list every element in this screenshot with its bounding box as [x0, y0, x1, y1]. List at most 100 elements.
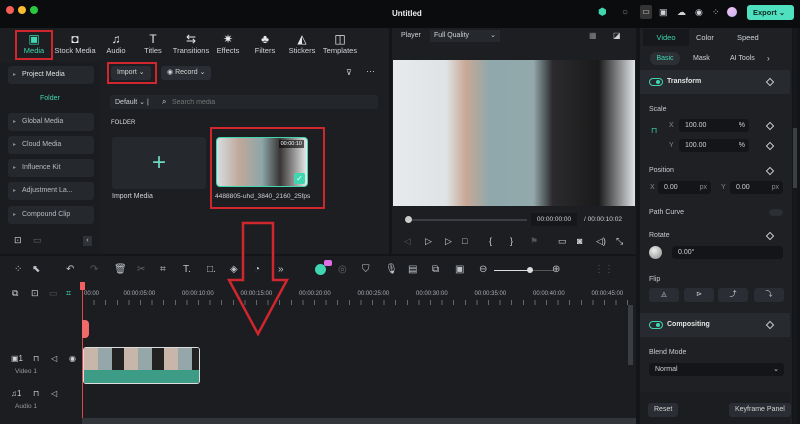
snapshot-icon[interactable]: ◙ [577, 236, 582, 246]
layout-icon[interactable]: ⁘ [14, 264, 22, 275]
sidebar-item-compound-clip[interactable]: Compound Clip [8, 206, 94, 224]
position-y-input[interactable]: 0.00 px [730, 181, 783, 194]
zoom-slider[interactable] [494, 270, 554, 271]
save-icon[interactable]: ▣ [659, 7, 668, 18]
timeline-vertical-scrollbar[interactable] [628, 305, 633, 365]
toolbar-filters[interactable]: ♣ Filters [244, 32, 286, 55]
play-frame-icon[interactable]: ▷ [425, 236, 432, 247]
compositing-toggle[interactable] [649, 321, 663, 329]
headset-icon[interactable]: ◉ [695, 7, 703, 18]
zoom-out-icon[interactable]: ⊖ [479, 264, 487, 275]
mute-track-icon[interactable]: ◁ [51, 389, 57, 398]
sidebar-item-global-media[interactable]: Global Media [8, 113, 94, 131]
caption-icon[interactable]: ▣ [455, 264, 464, 275]
display-icon[interactable]: ▭ [558, 236, 567, 247]
rotate-ccw-button[interactable]: ⤵ [754, 288, 784, 302]
tab-color[interactable]: Color [696, 33, 714, 42]
search-input[interactable] [172, 96, 372, 108]
previous-frame-icon[interactable]: ◁ [404, 236, 411, 247]
layout-icon[interactable]: ▭ [640, 5, 652, 19]
grid-menu-icon[interactable]: ⋮⋮ [594, 264, 614, 275]
volume-icon[interactable]: ◁) [596, 236, 606, 247]
pip-icon[interactable]: ⧉ [432, 264, 439, 275]
circle-icon[interactable]: ○ [622, 7, 628, 18]
reset-button[interactable]: Reset [648, 403, 679, 417]
maximize-window-button[interactable] [30, 6, 38, 14]
mark-out-icon[interactable]: } [510, 236, 513, 246]
delete-icon[interactable]: 🗑 [114, 264, 127, 275]
rotate-input[interactable]: 0.00° [672, 246, 783, 259]
timeline-scrollbar[interactable] [82, 418, 636, 424]
subtab-ai-tools[interactable]: AI Tools [730, 55, 755, 62]
toolbar-audio[interactable]: ♫ Audio [95, 32, 137, 55]
avatar[interactable] [727, 7, 737, 17]
sidebar-item-cloud-media[interactable]: Cloud Media [8, 136, 94, 154]
position-x-input[interactable]: 0.00 px [658, 181, 711, 194]
sidebar-item-project-media[interactable]: Project Media [8, 66, 94, 84]
blend-mode-dropdown[interactable]: Normal ⌄ [649, 363, 784, 376]
transform-toggle[interactable] [649, 78, 663, 86]
toolbar-titles[interactable]: T Titles [132, 32, 174, 55]
sidebar-item-influence-kit[interactable]: Influence Kit [8, 159, 94, 177]
render-icon[interactable]: ◎ [338, 264, 347, 275]
flip-horizontal-button[interactable]: ⊳ [684, 288, 714, 302]
export-button[interactable]: Export ⌄ [747, 5, 794, 20]
lock-track-icon[interactable]: ⊓ [33, 389, 39, 398]
add-track-icon[interactable]: ⧉ [12, 288, 18, 299]
voiceover-icon[interactable]: ▤ [408, 264, 417, 275]
playhead-handle[interactable] [80, 282, 85, 290]
mute-track-icon[interactable]: ◁ [51, 354, 57, 363]
record-button[interactable]: ◉ Record ⌄ [161, 66, 212, 80]
rotate-dial[interactable] [649, 246, 662, 259]
scale-y-input[interactable]: 100.00% [679, 139, 749, 152]
text-icon[interactable]: T. [183, 264, 191, 275]
marker-icon[interactable]: ⚑ [530, 236, 538, 247]
play-icon[interactable]: ▷ [445, 236, 452, 247]
subtab-basic[interactable]: Basic [650, 52, 680, 65]
apps-icon[interactable]: ⁘ [712, 7, 720, 18]
path-curve-toggle[interactable] [769, 209, 783, 216]
collapse-sidebar-button[interactable]: ‹ [83, 236, 92, 246]
toolbar-stickers[interactable]: ◭ Stickers [281, 32, 323, 55]
gift-icon[interactable]: ⬢ [598, 7, 607, 18]
microphone-icon[interactable]: 🎙 [385, 264, 398, 275]
toolbar-transitions[interactable]: ⇆ Transitions [170, 32, 212, 55]
more-icon[interactable]: ··· [366, 66, 375, 76]
select-tool-icon[interactable]: ⬉ [32, 264, 40, 275]
layer-icon[interactable]: ▭ [49, 288, 58, 299]
sidebar-item-adjustment-layer[interactable]: Adjustment La... [8, 182, 94, 200]
toolbar-stock-media[interactable]: ◘ Stock Media [54, 32, 96, 55]
crop-icon[interactable]: ⌗ [160, 264, 166, 275]
fullscreen-icon[interactable]: ⤡ [616, 236, 623, 247]
flip-vertical-button[interactable]: ◬ [649, 288, 679, 302]
playhead-handle[interactable] [405, 216, 412, 223]
rotate-cw-button[interactable]: ⤴ [718, 288, 748, 302]
toolbar-templates[interactable]: ◫ Templates [319, 32, 361, 55]
keyframe-panel-button[interactable]: Keyframe Panel [729, 403, 791, 417]
scale-x-input[interactable]: 100.00% [679, 119, 749, 132]
import-media-tile[interactable]: + [112, 137, 206, 189]
filter-icon[interactable]: ⊽ [346, 68, 352, 77]
sort-dropdown[interactable]: Default ⌄ | [115, 98, 149, 106]
zoom-in-icon[interactable]: ⊕ [552, 264, 560, 275]
video-clip[interactable] [83, 347, 200, 384]
snap-icon[interactable]: ⌗ [66, 288, 71, 299]
playhead-marker[interactable] [82, 320, 89, 338]
progress-track[interactable] [412, 219, 527, 221]
stop-icon[interactable]: □ [462, 236, 467, 246]
eye-icon[interactable]: ◉ [69, 354, 76, 363]
tab-video[interactable]: Video [643, 29, 689, 46]
folder-icon[interactable]: ▭ [33, 235, 42, 246]
zoom-slider-handle[interactable] [527, 267, 533, 273]
cloud-upload-icon[interactable]: ☁ [677, 7, 686, 18]
waveform-icon[interactable]: ◪ [613, 31, 621, 40]
undo-icon[interactable]: ↶ [66, 264, 74, 275]
new-folder-icon[interactable]: ⊡ [14, 235, 22, 246]
properties-scrollbar[interactable] [793, 28, 797, 424]
lock-icon[interactable]: ⊓ [651, 126, 657, 135]
shape-icon[interactable]: □. [207, 264, 216, 275]
redo-icon[interactable]: ↷ [90, 264, 98, 275]
minimize-window-button[interactable] [18, 6, 26, 14]
lock-track-icon[interactable]: ⊓ [33, 354, 39, 363]
shield-icon[interactable]: ⛉ [362, 264, 370, 275]
